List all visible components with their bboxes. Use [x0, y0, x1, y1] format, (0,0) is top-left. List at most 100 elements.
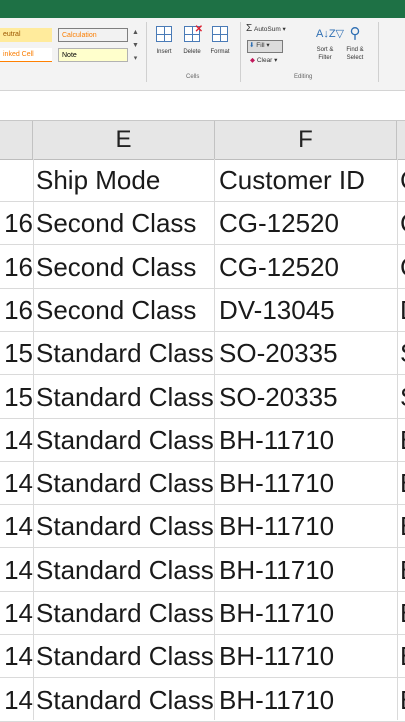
column-header-row: E F: [0, 120, 405, 160]
magnifier-icon: ⚲: [349, 25, 361, 42]
cell-f[interactable]: DV-13045: [219, 289, 397, 332]
cell-e[interactable]: Standard Class: [36, 549, 214, 592]
table-row: 15Standard ClassSO-20335S: [0, 332, 405, 376]
cell-g[interactable]: B: [400, 549, 405, 592]
cell-g[interactable]: B: [400, 592, 405, 635]
cell-g[interactable]: D: [400, 289, 405, 332]
cell-e[interactable]: Standard Class: [36, 419, 214, 462]
style-calculation[interactable]: Calculation: [58, 28, 128, 42]
cell-f[interactable]: BH-11710: [219, 549, 397, 592]
sort-filter-icon: A↓Z▽: [316, 28, 345, 40]
scroll-down-icon[interactable]: ▼: [131, 39, 140, 52]
table-row: 14Standard ClassBH-11710B: [0, 419, 405, 462]
clear-button[interactable]: ◆ Clear ▾: [250, 56, 277, 64]
cell-g[interactable]: S: [400, 332, 405, 375]
editing-group-label: Editing: [294, 74, 313, 80]
ribbon: eutral Calculation inked Cell Note ▲ ▼ ▾…: [0, 18, 405, 91]
table-header-row: Ship ModeCustomer IDC: [0, 159, 405, 202]
cell-e[interactable]: Standard Class: [36, 505, 214, 548]
cell-e[interactable]: Standard Class: [36, 462, 214, 505]
column-header-e[interactable]: E: [33, 121, 215, 159]
table-row: 14Standard ClassBH-11710B: [0, 679, 405, 722]
table-row: 16Second ClassCG-12520C: [0, 246, 405, 289]
cell-e[interactable]: Standard Class: [36, 679, 214, 722]
cell-g[interactable]: C: [400, 246, 405, 289]
table-row: 14Standard ClassBH-11710B: [0, 462, 405, 506]
table-row: 14Standard ClassBH-11710B: [0, 549, 405, 592]
format-cells-button[interactable]: Format: [208, 24, 232, 70]
cell-f[interactable]: CG-12520: [219, 246, 397, 289]
table-row: 14Standard ClassBH-11710B: [0, 592, 405, 635]
table-row: 16Second ClassDV-13045D: [0, 289, 405, 332]
cell-d[interactable]: 14: [0, 505, 33, 548]
column-header-f[interactable]: F: [215, 121, 397, 159]
fill-down-icon: ⬇: [249, 42, 255, 49]
cell-g[interactable]: C: [400, 202, 405, 245]
cell-d[interactable]: 15: [0, 376, 33, 419]
cell-d[interactable]: 14: [0, 635, 33, 678]
cell-d[interactable]: 14: [0, 679, 33, 722]
cell-f[interactable]: SO-20335: [219, 376, 397, 419]
autosum-icon: Σ: [246, 23, 253, 34]
styles-gallery-scroll[interactable]: ▲ ▼ ▾: [131, 26, 140, 66]
cell-f[interactable]: SO-20335: [219, 332, 397, 375]
cell-d[interactable]: 14: [0, 419, 33, 462]
cell-f[interactable]: BH-11710: [219, 592, 397, 635]
format-cells-icon: [211, 26, 229, 46]
cell-f[interactable]: BH-11710: [219, 679, 397, 722]
style-neutral[interactable]: eutral: [0, 28, 52, 42]
style-note[interactable]: Note: [58, 48, 128, 62]
cell-g[interactable]: B: [400, 505, 405, 548]
cell-d[interactable]: 14: [0, 462, 33, 505]
table-row: 15Standard ClassSO-20335S: [0, 376, 405, 419]
cell-e[interactable]: Standard Class: [36, 592, 214, 635]
cell-g[interactable]: B: [400, 635, 405, 678]
cell-f[interactable]: CG-12520: [219, 202, 397, 245]
cell-e[interactable]: Ship Mode: [36, 159, 214, 202]
cell-e[interactable]: Standard Class: [36, 332, 214, 375]
column-header-g[interactable]: [397, 121, 405, 159]
scroll-up-icon[interactable]: ▲: [131, 26, 140, 39]
autosum-button[interactable]: Σ AutoSum ▾: [246, 23, 286, 34]
cell-f[interactable]: Customer ID: [219, 159, 397, 202]
cell-d[interactable]: 14: [0, 549, 33, 592]
sort-filter-button[interactable]: A↓Z▽ Sort & Filter: [310, 24, 345, 70]
table-row: 16Second ClassCG-12520C: [0, 202, 405, 246]
gallery-more-icon[interactable]: ▾: [131, 52, 140, 65]
cell-d[interactable]: 16: [0, 289, 33, 332]
cell-d[interactable]: 16: [0, 202, 33, 245]
cell-d[interactable]: 16: [0, 246, 33, 289]
cell-g[interactable]: B: [400, 419, 405, 462]
cell-f[interactable]: BH-11710: [219, 419, 397, 462]
cell-d[interactable]: [0, 159, 33, 202]
cell-e[interactable]: Second Class: [36, 289, 214, 332]
cell-g[interactable]: B: [400, 679, 405, 722]
cell-d[interactable]: 14: [0, 592, 33, 635]
insert-cells-button[interactable]: Insert: [152, 24, 176, 70]
delete-cells-button[interactable]: ✕ Delete: [180, 24, 204, 70]
ribbon-separator: [378, 22, 379, 82]
cell-g[interactable]: B: [400, 462, 405, 505]
cell-d[interactable]: 15: [0, 332, 33, 375]
cell-f[interactable]: BH-11710: [219, 505, 397, 548]
cell-e[interactable]: Second Class: [36, 202, 214, 245]
title-bar: [0, 0, 405, 18]
fill-button[interactable]: ⬇ Fill ▾: [249, 40, 270, 51]
cell-f[interactable]: BH-11710: [219, 635, 397, 678]
insert-cells-icon: [155, 26, 173, 46]
column-header-d[interactable]: [0, 121, 33, 159]
cell-e[interactable]: Standard Class: [36, 635, 214, 678]
ribbon-separator: [240, 22, 241, 82]
table-row: 14Standard ClassBH-11710B: [0, 635, 405, 679]
style-linked-cell[interactable]: inked Cell: [0, 48, 52, 62]
cell-e[interactable]: Standard Class: [36, 376, 214, 419]
cell-e[interactable]: Second Class: [36, 246, 214, 289]
table-row: 14Standard ClassBH-11710B: [0, 505, 405, 549]
cell-f[interactable]: BH-11710: [219, 462, 397, 505]
find-select-button[interactable]: ⚲ Find & Select: [340, 24, 370, 70]
eraser-icon: ◆: [250, 57, 255, 64]
cells-group-label: Cells: [186, 74, 200, 80]
cell-g[interactable]: S: [400, 376, 405, 419]
delete-cells-icon: ✕: [183, 24, 203, 46]
cell-g[interactable]: C: [400, 159, 405, 202]
